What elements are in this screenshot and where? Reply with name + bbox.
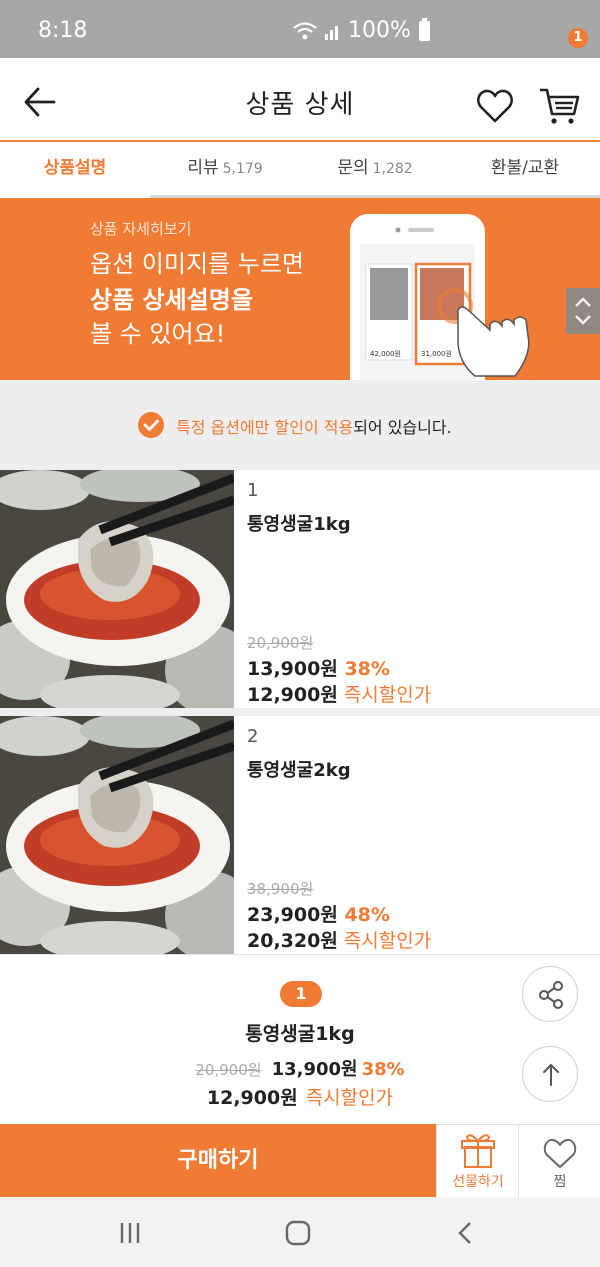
banner-line-3: 볼 수 있어요!	[90, 320, 226, 348]
tab-inquiries[interactable]: 문의 1,282	[300, 142, 450, 195]
option-item[interactable]: 1 통영생굴1kg 20,900원 13,900원 38% 12,900원 즉시할…	[0, 470, 600, 708]
share-icon	[539, 981, 563, 1009]
tab-label: 환불/교환	[490, 158, 560, 178]
scroll-toggle-button[interactable]	[566, 288, 600, 334]
wish-label: 찜	[553, 1174, 567, 1190]
selected-option-summary: 1 통영생굴1kg 20,900원 13,900원 38% 12,900원 즉시할인가	[0, 954, 600, 1124]
option-number: 2	[247, 726, 259, 747]
check-icon	[138, 412, 164, 438]
banner-line-1: 옵션 이미지를 누르면	[90, 250, 304, 278]
option-name: 통영생굴2kg	[247, 760, 351, 781]
discount-rate: 38%	[344, 658, 390, 680]
system-nav-bar	[0, 1197, 600, 1267]
banner-subtitle: 상품 자세히보기	[90, 220, 192, 238]
banner-line-2: 상품 상세설명을	[90, 286, 253, 314]
wish-button[interactable]: 찜	[518, 1124, 600, 1197]
sale-price: 13,900원 38%	[247, 654, 390, 681]
selected-name: 통영생굴1kg	[245, 1023, 355, 1045]
wifi-icon	[293, 21, 317, 39]
selected-price-row: 20,900원 13,900원 38%	[0, 1055, 600, 1081]
tab-bar: 상품설명 리뷰 5,179 문의 1,282 환불/교환	[0, 142, 600, 198]
selected-instant-label: 즉시할인가	[305, 1087, 394, 1109]
tab-label: 리뷰	[187, 158, 219, 178]
instant-label: 즉시할인가	[343, 684, 432, 706]
recent-apps-icon[interactable]	[112, 1215, 148, 1251]
gift-label: 선물하기	[452, 1174, 504, 1190]
oyster-photo[interactable]	[0, 716, 234, 954]
sale-price-value: 23,900원	[247, 904, 338, 926]
buy-button[interactable]: 구매하기	[0, 1124, 436, 1197]
status-time: 8:18	[38, 18, 88, 43]
card2-price: 31,000원	[421, 349, 452, 358]
option-name: 통영생굴1kg	[247, 514, 351, 535]
signal-icon	[325, 25, 338, 40]
selected-discount-rate: 38%	[361, 1059, 405, 1080]
heart-icon[interactable]	[476, 88, 514, 124]
gift-button[interactable]: 선물하기	[436, 1124, 518, 1197]
discount-rate: 48%	[344, 904, 390, 926]
tab-description[interactable]: 상품설명	[0, 142, 150, 198]
selected-original-price: 20,900원	[195, 1061, 262, 1079]
tab-count: 1,282	[372, 161, 413, 177]
sale-price: 23,900원 48%	[247, 900, 390, 927]
back-nav-icon[interactable]	[448, 1215, 484, 1251]
sale-price-value: 13,900원	[247, 658, 338, 680]
tab-count: 5,179	[222, 161, 263, 177]
selected-instant-row: 12,900원 즉시할인가	[0, 1083, 600, 1110]
tab-label: 문의	[337, 158, 369, 178]
home-icon[interactable]	[280, 1215, 316, 1251]
cart-icon[interactable]	[538, 86, 582, 126]
instant-price-value: 20,320원	[247, 930, 338, 952]
option-number: 1	[247, 480, 259, 501]
instant-label: 즉시할인가	[343, 930, 432, 952]
share-button[interactable]	[522, 966, 578, 1022]
original-price: 20,900원	[247, 634, 314, 652]
phone-illustration: 42,000원 31,000원	[350, 214, 530, 380]
discount-notice: 특정 옵션에만 할인이 적용되어 있습니다.	[0, 380, 600, 470]
notice-highlight: 특정 옵션에만 할인이 적용	[176, 418, 354, 437]
app-header: 상품 상세	[0, 58, 600, 142]
tab-reviews[interactable]: 리뷰 5,179	[150, 142, 300, 195]
instant-price-value: 12,900원	[247, 684, 338, 706]
divider	[0, 708, 600, 716]
selected-instant-price: 12,900원	[206, 1087, 298, 1109]
selected-number-badge: 1	[280, 981, 322, 1007]
original-price: 38,900원	[247, 880, 314, 898]
oyster-photo[interactable]	[0, 470, 234, 708]
status-right: 100%	[292, 17, 430, 43]
option-item[interactable]: 2 통영생굴2kg 38,900원 23,900원 48% 20,320원 즉시할…	[0, 716, 600, 954]
selected-sale-price: 13,900원	[271, 1059, 358, 1080]
gift-icon	[461, 1134, 495, 1168]
chevron-up-down-icon	[575, 297, 591, 325]
heart-icon	[543, 1138, 577, 1168]
instant-discount-price: 12,900원 즉시할인가	[247, 680, 431, 707]
tab-refund-exchange[interactable]: 환불/교환	[450, 142, 600, 195]
battery-text: 100%	[348, 18, 411, 43]
card1-price: 42,000원	[370, 349, 401, 358]
status-bar: 8:18 100%	[0, 0, 600, 58]
instant-discount-price: 20,320원 즉시할인가	[247, 926, 431, 953]
notice-rest: 되어 있습니다.	[353, 418, 452, 437]
battery-icon	[418, 17, 430, 41]
notice-text: 특정 옵션에만 할인이 적용되어 있습니다.	[176, 414, 452, 438]
scroll-top-button[interactable]	[522, 1046, 578, 1102]
promo-banner[interactable]: 상품 자세히보기 옵션 이미지를 누르면 상품 상세설명을 볼 수 있어요! 4…	[0, 198, 600, 380]
cart-count-badge: 1	[568, 28, 588, 48]
tab-label: 상품설명	[43, 158, 107, 178]
arrow-up-icon	[543, 1063, 559, 1086]
